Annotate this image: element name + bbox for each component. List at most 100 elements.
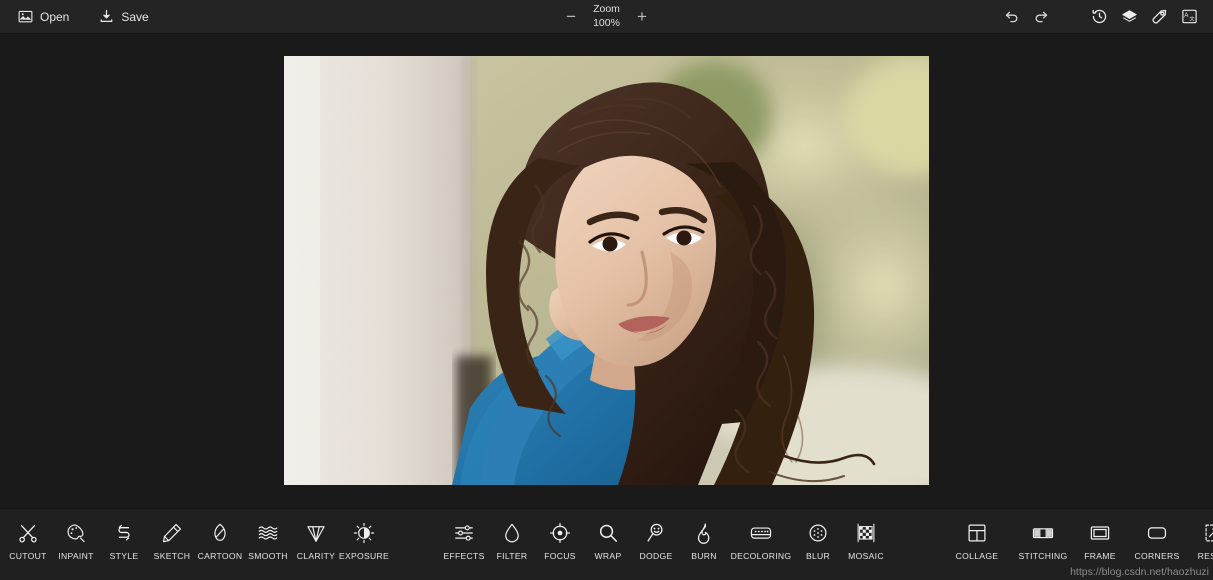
- image-canvas[interactable]: [284, 56, 929, 485]
- translate-icon: A 文: [1181, 8, 1198, 25]
- tool-inpaint[interactable]: INPAINT: [52, 509, 100, 561]
- frame-icon: [1088, 521, 1112, 545]
- adjust-group: EFFECTS FILTER FOCUS WRAP DODGE BURN DEC…: [440, 509, 890, 561]
- tool-collage[interactable]: COLLAGE: [944, 509, 1010, 561]
- tool-cartoon[interactable]: CARTOON: [196, 509, 244, 561]
- tool-label: COLLAGE: [955, 551, 999, 561]
- eraser-icon: [749, 521, 773, 545]
- tool-mosaic[interactable]: MOSAIC: [842, 509, 890, 561]
- tool-label: SMOOTH: [248, 551, 288, 561]
- tool-label: FOCUS: [544, 551, 576, 561]
- magnifier-smile-icon: [644, 521, 668, 545]
- tool-label: CUTOUT: [9, 551, 47, 561]
- tool-label: FILTER: [496, 551, 528, 561]
- tool-effects[interactable]: EFFECTS: [440, 509, 488, 561]
- redo-icon: [1033, 8, 1050, 25]
- zoom-readout: Zoom 100%: [593, 3, 620, 29]
- tool-filter[interactable]: FILTER: [488, 509, 536, 561]
- canvas-area[interactable]: [0, 34, 1213, 508]
- zoom-in-button[interactable]: +: [634, 8, 650, 25]
- magnifier-icon: [596, 521, 620, 545]
- retouch-group: CUTOUT INPAINT STYLE SKETCH CARTOON SMOO…: [0, 509, 390, 561]
- open-button[interactable]: Open: [14, 6, 73, 27]
- zoom-out-button[interactable]: −: [563, 8, 579, 25]
- top-toolbar: Open Save − Zoom 100% + A 文: [0, 0, 1213, 34]
- pencil-icon: [160, 521, 184, 545]
- layers-icon: [1121, 8, 1138, 25]
- tool-cutout[interactable]: CUTOUT: [4, 509, 52, 561]
- tool-focus[interactable]: FOCUS: [536, 509, 584, 561]
- tool-label: RESIZE: [1197, 551, 1213, 561]
- tool-exposure[interactable]: EXPOSURE: [338, 509, 390, 561]
- blur-dots-icon: [806, 521, 830, 545]
- tool-label: EXPOSURE: [338, 551, 390, 561]
- scissors-icon: [16, 521, 40, 545]
- style-s-icon: [112, 521, 136, 545]
- tool-label: FRAME: [1084, 551, 1116, 561]
- sun-icon: [352, 521, 376, 545]
- tool-wrap[interactable]: WRAP: [584, 509, 632, 561]
- rounded-rect-icon: [1145, 521, 1169, 545]
- tool-label: MOSAIC: [848, 551, 884, 561]
- undo-icon: [1003, 8, 1020, 25]
- flame-icon: [692, 521, 716, 545]
- stitching-icon: [1031, 521, 1055, 545]
- tool-label: EFFECTS: [443, 551, 485, 561]
- resize-icon: [1202, 521, 1213, 545]
- tool-smooth[interactable]: SMOOTH: [244, 509, 292, 561]
- palette-icon: [64, 521, 88, 545]
- tool-burn[interactable]: BURN: [680, 509, 728, 561]
- target-icon: [548, 521, 572, 545]
- waves-icon: [256, 521, 280, 545]
- svg-text:文: 文: [1189, 15, 1195, 23]
- mosaic-grid-icon: [854, 521, 878, 545]
- tool-frame[interactable]: FRAME: [1076, 509, 1124, 561]
- watermark-url: https://blog.csdn.net/haozhuzi: [1070, 566, 1209, 578]
- tool-label: DODGE: [639, 551, 673, 561]
- tool-clarity[interactable]: CLARITY: [292, 509, 340, 561]
- photo-editor-window: Open Save − Zoom 100% + A 文 CUTOUT INPAI…: [0, 0, 1213, 580]
- tool-label: STYLE: [109, 551, 139, 561]
- tool-label: CORNERS: [1134, 551, 1180, 561]
- tool-stitching[interactable]: STITCHING: [1010, 509, 1076, 561]
- tool-label: BURN: [691, 551, 717, 561]
- tool-label: STITCHING: [1018, 551, 1068, 561]
- zoom-value: 100%: [593, 16, 620, 29]
- tool-dodge[interactable]: DODGE: [632, 509, 680, 561]
- collage-icon: [965, 521, 989, 545]
- tool-style[interactable]: STYLE: [100, 509, 148, 561]
- tag-button[interactable]: [1145, 4, 1173, 30]
- tag-icon: [1151, 8, 1168, 25]
- tool-sketch[interactable]: SKETCH: [148, 509, 196, 561]
- tool-label: WRAP: [594, 551, 622, 561]
- save-button[interactable]: Save: [95, 6, 152, 27]
- leaf-icon: [208, 521, 232, 545]
- tool-resize[interactable]: RESIZE: [1190, 509, 1213, 561]
- tool-blur[interactable]: BLUR: [794, 509, 842, 561]
- tool-label: CARTOON: [197, 551, 243, 561]
- image-icon: [18, 9, 33, 24]
- open-label: Open: [40, 9, 70, 24]
- tool-label: BLUR: [805, 551, 831, 561]
- tool-label: DECOLORING: [730, 551, 792, 561]
- diamond-icon: [304, 521, 328, 545]
- top-right-actions: A 文: [997, 4, 1213, 30]
- layers-button[interactable]: [1115, 4, 1143, 30]
- tool-corners[interactable]: CORNERS: [1124, 509, 1190, 561]
- undo-button[interactable]: [997, 4, 1025, 30]
- tool-decoloring[interactable]: DECOLORING: [728, 509, 794, 561]
- sliders-icon: [452, 521, 476, 545]
- droplet-icon: [500, 521, 524, 545]
- bottom-toolbar: CUTOUT INPAINT STYLE SKETCH CARTOON SMOO…: [0, 508, 1213, 580]
- file-actions: Open Save: [0, 6, 153, 27]
- download-icon: [99, 9, 114, 24]
- history-button[interactable]: [1085, 4, 1113, 30]
- layout-group: COLLAGE STITCHING FRAME CORNERS RE: [944, 509, 1213, 561]
- tool-label: INPAINT: [58, 551, 94, 561]
- zoom-label: Zoom: [593, 3, 620, 16]
- redo-button[interactable]: [1027, 4, 1055, 30]
- translate-button[interactable]: A 文: [1175, 4, 1203, 30]
- history-icon: [1091, 8, 1108, 25]
- edited-photo: [284, 56, 929, 485]
- save-label: Save: [121, 9, 149, 24]
